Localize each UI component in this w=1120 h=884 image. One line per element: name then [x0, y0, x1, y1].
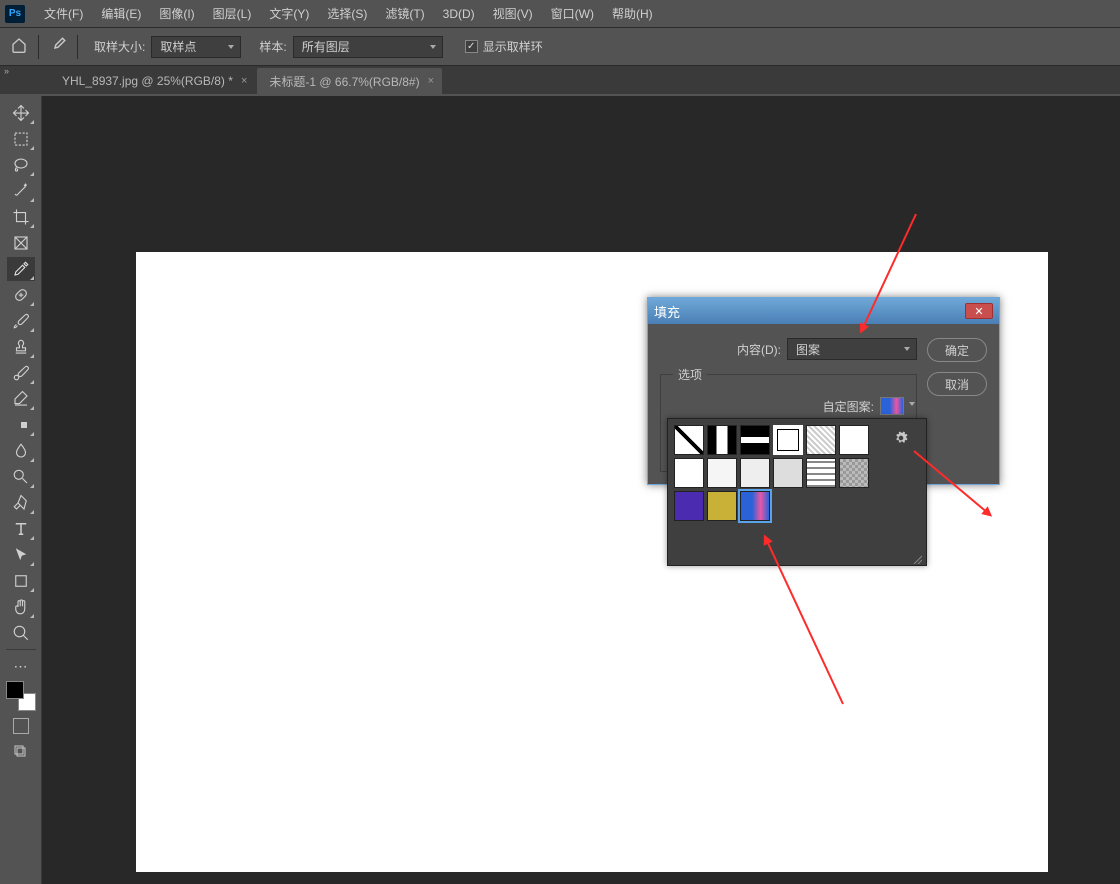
pattern-swatch-selected[interactable] — [740, 491, 770, 521]
cancel-button[interactable]: 取消 — [927, 372, 987, 396]
sample-size-value: 取样点 — [160, 38, 196, 55]
app-icon: Ps — [5, 5, 25, 23]
hand-tool[interactable] — [7, 595, 35, 619]
resize-grip-icon[interactable] — [912, 551, 922, 561]
menu-3d[interactable]: 3D(D) — [434, 7, 484, 21]
separator — [77, 35, 78, 59]
marquee-tool[interactable] — [7, 127, 35, 151]
heal-tool[interactable] — [7, 283, 35, 307]
screenmode-tool[interactable] — [10, 741, 32, 763]
menu-type[interactable]: 文字(Y) — [260, 5, 318, 22]
doc-marker: » — [0, 66, 14, 82]
path-select-tool[interactable] — [7, 543, 35, 567]
tab-1[interactable]: 未标题-1 @ 66.7%(RGB/8#) × — [257, 68, 442, 94]
crop-tool[interactable] — [7, 205, 35, 229]
show-ring-checkbox[interactable] — [465, 40, 478, 53]
shape-tool[interactable] — [7, 569, 35, 593]
move-tool[interactable] — [7, 101, 35, 125]
options-bar: 取样大小: 取样点 样本: 所有图层 显示取样环 — [0, 28, 1120, 66]
home-icon[interactable] — [10, 37, 28, 56]
pattern-swatch[interactable] — [674, 425, 704, 455]
eyedropper-icon[interactable] — [49, 36, 67, 57]
content-label: 内容(D): — [737, 341, 781, 358]
dodge-tool[interactable] — [7, 465, 35, 489]
show-ring-label: 显示取样环 — [483, 38, 543, 55]
menu-filter[interactable]: 滤镜(T) — [376, 5, 433, 22]
pattern-swatch[interactable] — [773, 425, 803, 455]
toolbox: ⋯ — [0, 96, 42, 884]
pattern-swatch[interactable] — [806, 425, 836, 455]
frame-tool[interactable] — [7, 231, 35, 255]
brush-tool[interactable] — [7, 309, 35, 333]
pattern-swatch[interactable] — [740, 425, 770, 455]
pattern-swatch[interactable] — [839, 425, 869, 455]
menu-view[interactable]: 视图(V) — [484, 5, 542, 22]
pen-tool[interactable] — [7, 491, 35, 515]
close-icon[interactable]: × — [241, 75, 247, 87]
color-swatches[interactable] — [6, 681, 36, 711]
gradient-tool[interactable] — [7, 413, 35, 437]
menu-bar: Ps 文件(F) 编辑(E) 图像(I) 图层(L) 文字(Y) 选择(S) 滤… — [0, 0, 1120, 28]
stamp-tool[interactable] — [7, 335, 35, 359]
sample-label: 样本: — [259, 38, 286, 55]
close-icon[interactable]: × — [428, 75, 434, 87]
menu-layer[interactable]: 图层(L) — [204, 5, 261, 22]
separator — [38, 35, 39, 59]
tab-0[interactable]: YHL_8937.jpg @ 25%(RGB/8) * × — [50, 68, 255, 94]
ok-button[interactable]: 确定 — [927, 338, 987, 362]
wand-tool[interactable] — [7, 179, 35, 203]
blur-tool[interactable] — [7, 439, 35, 463]
pattern-swatch[interactable] — [707, 491, 737, 521]
pattern-swatch[interactable] — [707, 425, 737, 455]
history-brush-tool[interactable] — [7, 361, 35, 385]
pattern-swatch[interactable] — [839, 458, 869, 488]
pattern-swatch[interactable] — [674, 458, 704, 488]
content-value: 图案 — [796, 341, 820, 358]
menu-file[interactable]: 文件(F) — [35, 5, 92, 22]
sample-size-dropdown[interactable]: 取样点 — [151, 36, 241, 58]
menu-image[interactable]: 图像(I) — [150, 5, 203, 22]
menu-window[interactable]: 窗口(W) — [542, 5, 603, 22]
show-ring-option[interactable]: 显示取样环 — [465, 38, 543, 55]
type-tool[interactable] — [7, 517, 35, 541]
dialog-title: 填充 — [654, 302, 965, 321]
tab-label: YHL_8937.jpg @ 25%(RGB/8) * — [62, 74, 233, 88]
eraser-tool[interactable] — [7, 387, 35, 411]
pattern-swatch[interactable] — [773, 458, 803, 488]
menu-help[interactable]: 帮助(H) — [603, 5, 662, 22]
gear-icon[interactable] — [894, 431, 908, 445]
dialog-titlebar[interactable]: 填充 ✕ — [648, 298, 999, 324]
pattern-thumbnail-dropdown[interactable] — [880, 397, 904, 415]
sample-size-label: 取样大小: — [94, 38, 145, 55]
document-tabs: YHL_8937.jpg @ 25%(RGB/8) * × 未标题-1 @ 66… — [0, 66, 1120, 94]
custom-pattern-label: 自定图案: — [823, 398, 874, 415]
pattern-swatch[interactable] — [707, 458, 737, 488]
lasso-tool[interactable] — [7, 153, 35, 177]
edit-toolbar[interactable]: ⋯ — [7, 654, 35, 678]
sample-dropdown[interactable]: 所有图层 — [293, 36, 443, 58]
pattern-picker — [667, 418, 927, 566]
tab-label: 未标题-1 @ 66.7%(RGB/8#) — [269, 73, 419, 90]
sample-value: 所有图层 — [302, 38, 350, 55]
pattern-swatch[interactable] — [806, 458, 836, 488]
toolbox-divider — [6, 649, 36, 650]
content-dropdown[interactable]: 图案 — [787, 338, 917, 360]
options-group-label: 选项 — [673, 366, 707, 383]
quickmask-tool[interactable] — [10, 715, 32, 737]
menu-select[interactable]: 选择(S) — [318, 5, 376, 22]
pattern-swatch[interactable] — [674, 491, 704, 521]
eyedropper-tool[interactable] — [7, 257, 35, 281]
pattern-swatch[interactable] — [740, 458, 770, 488]
close-icon[interactable]: ✕ — [965, 303, 993, 319]
zoom-tool[interactable] — [7, 621, 35, 645]
menu-edit[interactable]: 编辑(E) — [92, 5, 150, 22]
foreground-color[interactable] — [6, 681, 24, 699]
